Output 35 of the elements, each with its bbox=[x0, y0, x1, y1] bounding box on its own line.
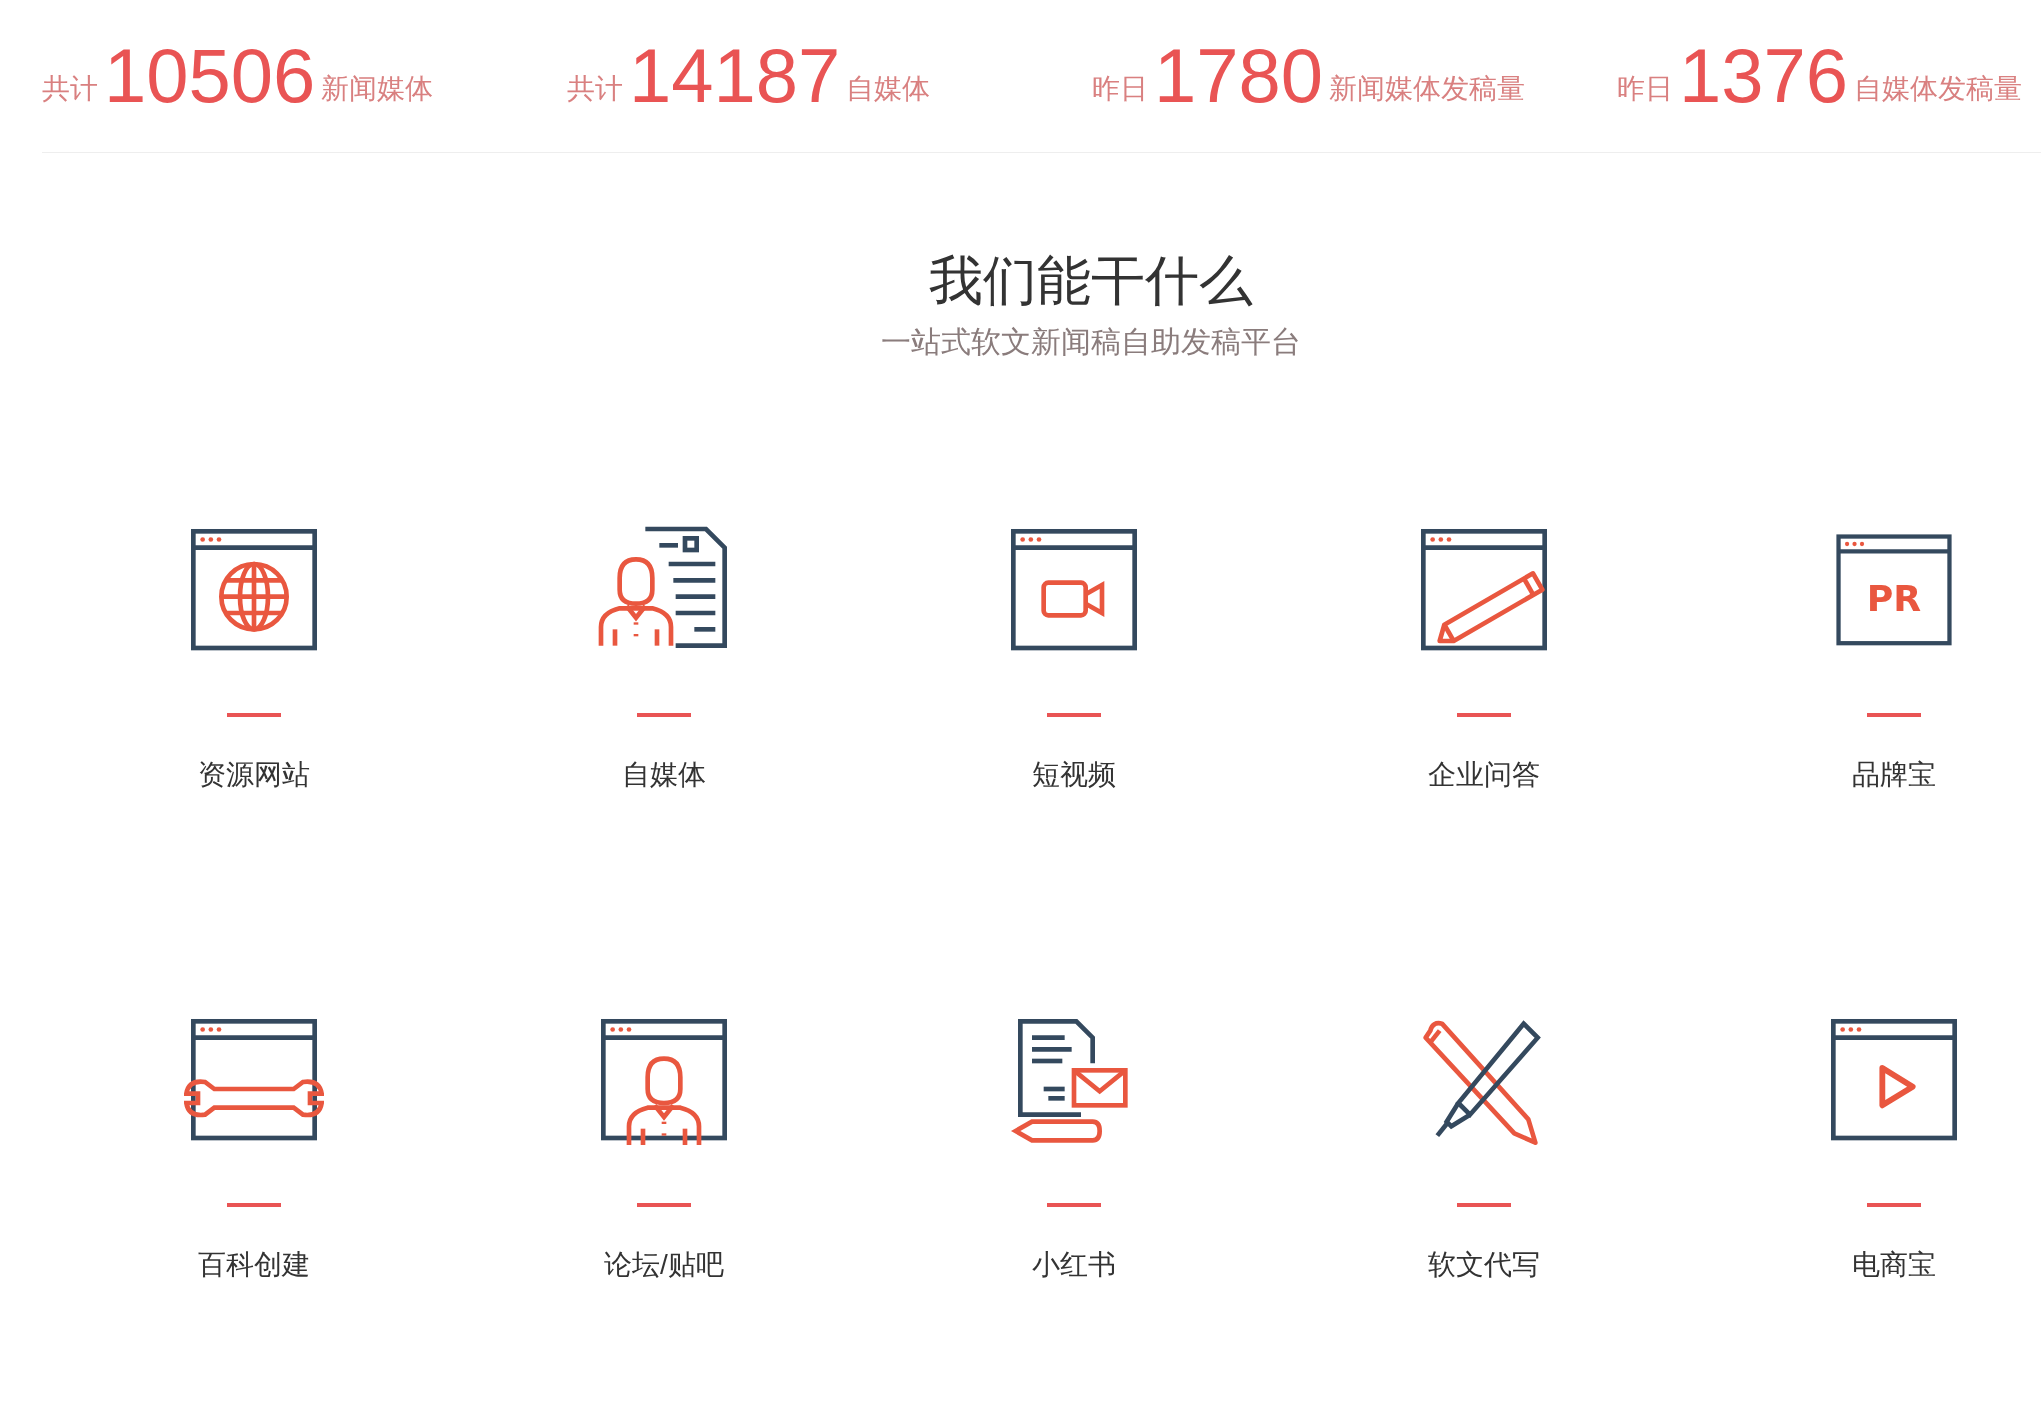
service-label[interactable]: 企业问答 bbox=[1428, 761, 1540, 789]
stat-prefix: 昨日 bbox=[1092, 72, 1148, 106]
section-title: 我们能干什么 bbox=[928, 253, 1253, 307]
service-label[interactable]: 小红书 bbox=[1032, 1251, 1116, 1279]
service-label[interactable]: 软文代写 bbox=[1428, 1251, 1540, 1279]
stat-label: 自媒体发稿量 bbox=[1854, 72, 2023, 106]
accent-dash bbox=[227, 1203, 281, 1207]
stat-label: 新闻媒体 bbox=[321, 72, 434, 106]
stat-prefix: 共计 bbox=[42, 72, 98, 106]
service-label[interactable]: 自媒体 bbox=[622, 761, 706, 789]
accent-dash bbox=[1047, 713, 1101, 717]
service-label[interactable]: 资源网站 bbox=[198, 761, 310, 789]
accent-dash bbox=[1457, 713, 1511, 717]
service-label[interactable]: 百科创建 bbox=[198, 1251, 310, 1279]
service-label[interactable]: 电商宝 bbox=[1852, 1251, 1936, 1279]
service-label[interactable]: 论坛/贴吧 bbox=[604, 1251, 724, 1279]
section-subtitle: 一站式软文新闻稿自助发稿平台 bbox=[880, 327, 1301, 357]
stat-label: 自媒体 bbox=[846, 72, 931, 106]
accent-dash bbox=[637, 713, 691, 717]
accent-dash bbox=[637, 1203, 691, 1207]
stat-number: 10506 bbox=[104, 38, 316, 114]
stat-label: 新闻媒体发稿量 bbox=[1329, 72, 1526, 106]
accent-dash bbox=[1867, 1203, 1921, 1207]
accent-dash bbox=[227, 713, 281, 717]
service-label[interactable]: 品牌宝 bbox=[1852, 761, 1936, 789]
stat-prefix: 昨日 bbox=[1617, 72, 1673, 106]
accent-dash bbox=[1457, 1203, 1511, 1207]
stat-number: 1376 bbox=[1679, 38, 1849, 114]
stat-prefix: 共计 bbox=[567, 72, 623, 106]
service-label[interactable]: 短视频 bbox=[1032, 761, 1116, 789]
pr-text: PR bbox=[1866, 577, 1922, 621]
accent-dash bbox=[1047, 1203, 1101, 1207]
stat-number: 1780 bbox=[1154, 38, 1324, 114]
stat-number: 14187 bbox=[629, 38, 841, 114]
accent-dash bbox=[1867, 713, 1921, 717]
